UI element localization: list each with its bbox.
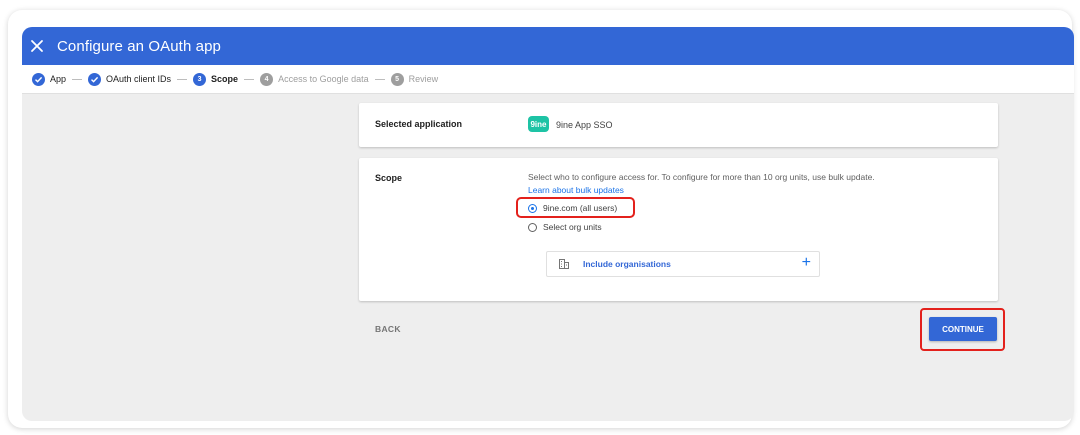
step-access-to-google-data: 4 Access to Google data	[260, 72, 369, 86]
app-logo: 9ine	[528, 116, 549, 132]
back-button[interactable]: BACK	[375, 324, 401, 334]
step-review: 5 Review	[390, 72, 439, 86]
include-organisations-label: Include organisations	[583, 259, 671, 269]
bulk-updates-link[interactable]: Learn about bulk updates	[528, 185, 624, 195]
step-divider	[244, 78, 255, 80]
step-label: Scope	[211, 74, 239, 84]
selected-application-card: Selected application 9ine 9ine App SSO	[359, 103, 998, 147]
step-divider	[177, 78, 188, 80]
include-organisations[interactable]: Include organisations +	[546, 251, 820, 277]
step-label: Access to Google data	[278, 74, 369, 84]
step-number: 5	[390, 72, 404, 86]
step-oauth-client-ids[interactable]: OAuth client IDs	[88, 72, 172, 86]
stepper: App OAuth client IDs 3 Scope 4 Access to…	[22, 65, 1074, 94]
radio-select-org-units[interactable]: Select org units	[528, 222, 602, 232]
step-label: OAuth client IDs	[106, 74, 172, 84]
check-icon	[88, 72, 102, 86]
building-icon	[559, 259, 569, 269]
scope-description: Select who to configure access for. To c…	[528, 172, 875, 182]
scope-label: Scope	[375, 173, 403, 183]
check-icon	[32, 72, 45, 86]
step-label: App	[50, 74, 67, 84]
step-app[interactable]: App	[32, 72, 67, 86]
close-icon[interactable]	[30, 39, 44, 53]
step-scope[interactable]: 3 Scope	[193, 72, 239, 86]
app-name: 9ine App SSO	[556, 120, 613, 130]
radio-label: Select org units	[543, 222, 602, 232]
step-divider	[72, 78, 83, 80]
scope-card: Scope Select who to configure access for…	[359, 158, 998, 301]
selected-application-label: Selected application	[375, 119, 463, 129]
continue-button[interactable]: CONTINUE	[929, 317, 997, 341]
step-number: 3	[193, 72, 207, 86]
step-label: Review	[408, 74, 439, 84]
oauth-config-dialog: Configure an OAuth app App OAuth client …	[22, 27, 1074, 421]
highlight-box	[516, 197, 635, 218]
step-number: 4	[260, 72, 274, 86]
step-divider	[374, 78, 385, 80]
top-bar: Configure an OAuth app	[22, 27, 1074, 65]
page-title: Configure an OAuth app	[57, 37, 221, 55]
plus-icon[interactable]: +	[802, 255, 811, 271]
radio-unselected-icon[interactable]	[528, 222, 537, 232]
